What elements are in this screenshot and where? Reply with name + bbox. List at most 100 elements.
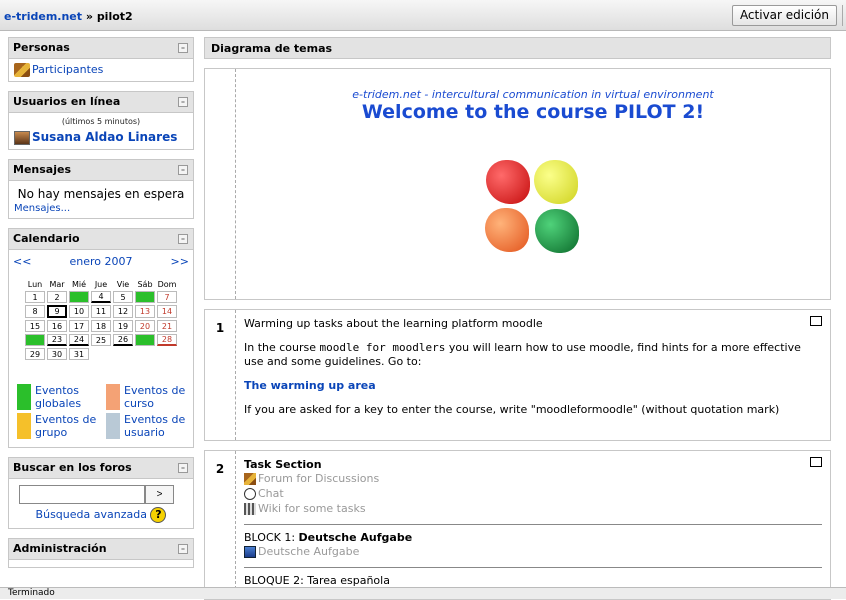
block-title: Mensajes	[13, 163, 71, 176]
breadcrumb-site-link[interactable]: e-tridem.net	[4, 10, 82, 23]
forum-search-input[interactable]	[19, 485, 145, 504]
show-only-section-toggle[interactable]	[810, 316, 822, 326]
hide-block-icon[interactable]: –	[178, 234, 188, 244]
calendar-day[interactable]: 18	[91, 320, 111, 332]
hide-block-icon[interactable]: –	[178, 97, 188, 107]
yellow-pepper	[534, 160, 578, 204]
calendar-day[interactable]: 30	[47, 348, 67, 360]
legend-course-events[interactable]: Eventos de curso	[106, 384, 189, 410]
divider	[244, 567, 822, 568]
calendar-day-event[interactable]: 3	[69, 291, 89, 303]
calendar-day[interactable]: 8	[25, 305, 45, 318]
calendar-day-event[interactable]: 6	[135, 291, 155, 303]
calendar-day[interactable]: 13	[135, 305, 155, 318]
calendar-day[interactable]: 19	[113, 320, 133, 332]
calendar-empty	[113, 348, 133, 360]
calendar-day[interactable]: 16	[47, 320, 67, 332]
main-content: Diagrama de temas e-tridem.net - intercu…	[204, 37, 831, 600]
calendar-day[interactable]: 4	[91, 291, 111, 303]
calendar-legend: Eventos globales Eventos de curso Evento…	[9, 362, 193, 447]
course-name-code: moodle for moodlers	[319, 341, 446, 354]
status-bar: Terminado	[0, 587, 846, 599]
legend-user-events[interactable]: Eventos de usuario	[106, 413, 189, 439]
divider	[244, 524, 822, 525]
forum-search-button[interactable]: >	[145, 485, 174, 504]
calendar-day[interactable]: 26	[113, 334, 133, 346]
legend-swatch	[17, 384, 31, 410]
admin-block: Administración –	[8, 538, 194, 568]
calendar-day-today[interactable]: 9	[47, 305, 67, 318]
calendar-day-event[interactable]: 22	[25, 334, 45, 346]
warming-up-link[interactable]: The warming up area	[244, 379, 376, 392]
participants-link[interactable]: Participantes	[32, 63, 103, 76]
weekday: Dom	[157, 280, 177, 289]
help-icon[interactable]: ?	[150, 507, 167, 523]
calendar-day[interactable]: 2	[47, 291, 67, 303]
section-2-title: Task Section	[244, 458, 322, 471]
calendar-day[interactable]: 17	[69, 320, 89, 332]
calendar-day[interactable]: 10	[69, 305, 89, 318]
wiki-activity[interactable]: Wiki for some tasks	[244, 501, 822, 516]
current-month-link[interactable]: enero 2007	[69, 255, 132, 268]
next-month-link[interactable]: >>	[171, 255, 189, 268]
course-subtitle: e-tridem.net - intercultural communicati…	[352, 88, 714, 101]
hide-block-icon[interactable]: –	[178, 165, 188, 175]
topics-heading: Diagrama de temas	[204, 37, 831, 59]
show-only-section-toggle[interactable]	[810, 457, 822, 467]
hide-block-icon[interactable]: –	[178, 544, 188, 554]
calendar-day-event[interactable]: 27	[135, 334, 155, 346]
admin-header: Administración –	[9, 539, 193, 560]
calendar-day[interactable]: 23	[47, 334, 67, 346]
weekday: Mié	[71, 280, 87, 289]
calendar-day[interactable]: 12	[113, 305, 133, 318]
calendar-day[interactable]: 14	[157, 305, 177, 318]
calendar-day[interactable]: 28	[157, 334, 177, 346]
breadcrumb: e-tridem.net » pilot2	[4, 10, 133, 23]
legend-group-events[interactable]: Eventos de grupo	[17, 413, 100, 439]
online-timespan: (últimos 5 minutos)	[61, 117, 141, 126]
block-title: Administración	[13, 542, 107, 555]
advanced-search-link[interactable]: Búsqueda avanzada	[36, 508, 147, 521]
block-title: Usuarios en línea	[13, 95, 121, 108]
calendar-day[interactable]: 5	[113, 291, 133, 303]
calendar-day[interactable]: 29	[25, 348, 45, 360]
calendar-day[interactable]: 7	[157, 291, 177, 303]
calendar-day[interactable]: 15	[25, 320, 45, 332]
people-block: Personas – Participantes	[8, 37, 194, 82]
messages-block: Mensajes – No hay mensajes en espera Mens…	[8, 159, 194, 219]
section-number: 1	[205, 310, 236, 440]
left-column: Personas – Participantes Usuarios en líne…	[8, 37, 194, 577]
people-icon	[14, 63, 30, 77]
calendar-day[interactable]: 11	[91, 305, 111, 318]
online-users-block: Usuarios en línea – (últimos 5 minutos) S…	[8, 91, 194, 150]
deutsche-aufgabe-activity[interactable]: Deutsche Aufgabe	[244, 544, 822, 559]
block-title: Buscar en los foros	[13, 461, 132, 474]
hide-block-icon[interactable]: –	[178, 43, 188, 53]
weekday: Sáb	[137, 280, 153, 289]
calendar-grid: Lun Mar Mié Jue Vie Sáb Dom 1234567 8 9 10 11 12 13…	[23, 278, 179, 362]
calendar-day[interactable]: 21	[157, 320, 177, 332]
section-1: 1 Warming up tasks about the learning pl…	[204, 309, 831, 441]
messages-link[interactable]: Mensajes...	[14, 203, 70, 214]
key-note: If you are asked for a key to enter the …	[244, 403, 780, 416]
calendar-day[interactable]: 20	[135, 320, 155, 332]
hide-block-icon[interactable]: –	[178, 463, 188, 473]
calendar-day[interactable]: 25	[91, 334, 111, 346]
legend-global-events[interactable]: Eventos globales	[17, 384, 100, 410]
calendar-empty	[91, 348, 111, 360]
wiki-icon	[244, 502, 256, 515]
calendar-day[interactable]: 1	[25, 291, 45, 303]
block-title: Personas	[13, 41, 70, 54]
calendar-day[interactable]: 31	[69, 348, 89, 360]
weekday: Mar	[49, 280, 65, 289]
section-1-paragraph: In the course moodle for moodlers you wi…	[244, 341, 801, 368]
chat-activity[interactable]: Chat	[244, 486, 822, 501]
forum-icon	[244, 472, 256, 485]
online-user-link[interactable]: Susana Aldao Linares	[32, 130, 177, 144]
prev-month-link[interactable]: <<	[13, 255, 31, 268]
legend-swatch	[106, 413, 120, 439]
messages-header: Mensajes –	[9, 160, 193, 181]
forum-activity[interactable]: Forum for Discussions	[244, 471, 822, 486]
activate-editing-button[interactable]: Activar edición	[731, 5, 837, 26]
calendar-day[interactable]: 24	[69, 334, 89, 346]
